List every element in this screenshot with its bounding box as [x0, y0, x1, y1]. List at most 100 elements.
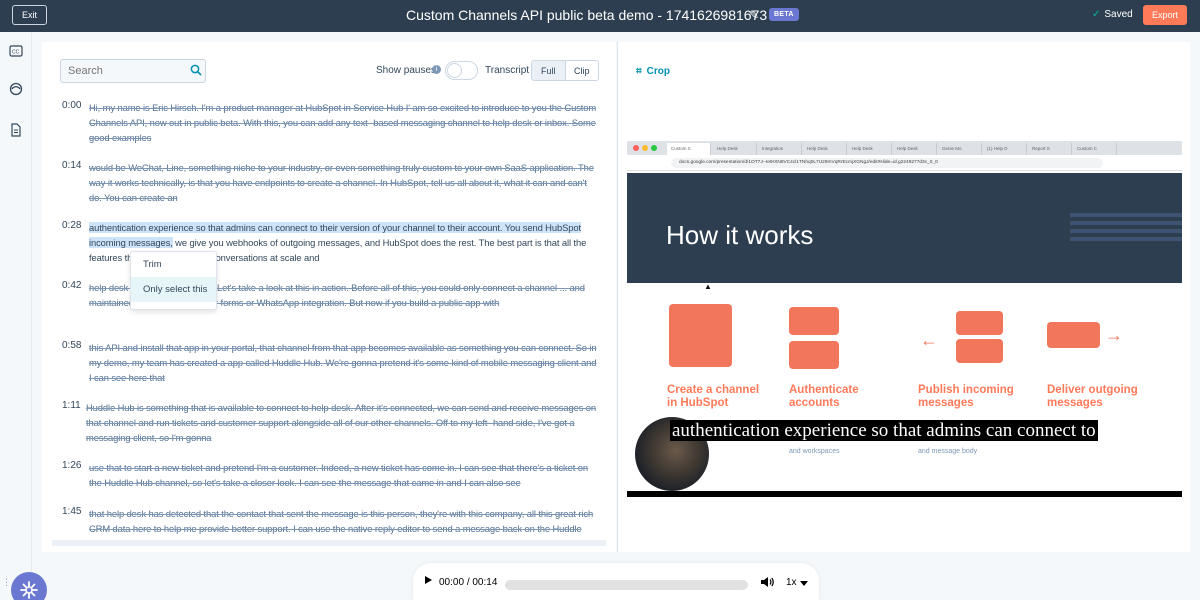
segment-text[interactable]: use that to start a new ticket and prete… [89, 460, 599, 490]
beta-badge: BETA [769, 8, 799, 21]
browser-tab: Help Desk [713, 143, 757, 155]
feature-title: Deliver outgoing messages [1047, 384, 1138, 409]
close-dot-icon [633, 145, 639, 151]
info-icon[interactable]: i [432, 65, 441, 74]
chat-bubble-illustration [669, 304, 732, 367]
browser-tab: Integration [758, 143, 802, 155]
account-card-illustration [789, 341, 839, 369]
slide-title: How it works [666, 220, 814, 250]
context-menu: Trim Only select this [130, 251, 217, 310]
scroll-fade [52, 540, 606, 546]
minimize-dot-icon [642, 145, 648, 151]
show-pauses-toggle[interactable] [445, 61, 478, 80]
slide-stripe [1070, 213, 1182, 217]
media-player: 00:00 / 00:14 1x [413, 563, 819, 600]
feature-title: Create a channel in HubSpot [667, 384, 760, 409]
segment-text[interactable]: that help desk has detected that the con… [89, 506, 599, 544]
segment-text[interactable]: would be WeChat, Line, something niche t… [89, 160, 599, 205]
browser-tab: (1) Help D [983, 143, 1027, 155]
account-card-illustration [789, 307, 839, 335]
search-icon[interactable] [190, 64, 202, 76]
feature-title: Authenticate accounts [789, 384, 859, 409]
arrow-right-icon: → [1105, 325, 1123, 345]
view-full-button[interactable]: Full [532, 61, 566, 80]
current-time: 00:00 [439, 577, 465, 588]
message-illustration [1047, 322, 1100, 348]
slide-stripe [1070, 237, 1182, 241]
only-select-this-menu-item[interactable]: Only select this [131, 277, 216, 302]
crop-button[interactable]: ⌗ Crop [636, 66, 670, 77]
preview-panel: ⌗ Crop Custom C Help Desk Integration Hel… [617, 42, 1190, 552]
browser-tab: Help Desk [803, 143, 847, 155]
caption-text: authentication experience so that admins… [670, 420, 1098, 441]
maximize-dot-icon [651, 145, 657, 151]
chevron-down-icon[interactable] [800, 581, 808, 586]
segment-timestamp[interactable]: 0:00 [62, 100, 81, 111]
feature-title: Publish incoming messages [918, 384, 1014, 409]
segment-timestamp[interactable]: 0:28 [62, 220, 81, 231]
segment-timestamp[interactable]: 0:58 [62, 340, 81, 351]
video-bottom-bar [627, 491, 1182, 497]
view-segmented-control: Full Clip [531, 60, 599, 81]
trim-menu-item[interactable]: Trim [131, 252, 216, 277]
browser-tab: Custom C [1073, 143, 1117, 155]
segment-timestamp[interactable]: 1:11 [62, 400, 81, 411]
exit-button[interactable]: Exit [12, 5, 47, 25]
browser-tab: Report S [1028, 143, 1072, 155]
check-icon: ✓ [1092, 9, 1101, 20]
video-caption: authentication experience so that admins… [670, 418, 1140, 443]
arrow-left-icon: ← [920, 330, 938, 350]
browser-url-bar: docs.google.com/presentation/d/1OT7J--Ie… [627, 155, 1182, 171]
crop-icon: ⌗ [636, 66, 642, 77]
mouse-cursor-icon: ▲ [704, 282, 712, 291]
duration: 00:14 [472, 577, 498, 588]
segment-text[interactable]: this API and install that app in your po… [89, 340, 599, 385]
feature-sub: and message body [918, 448, 978, 455]
view-clip-button[interactable]: Clip [566, 61, 599, 80]
show-pauses-label: Show pauses [376, 65, 437, 76]
segment-timestamp[interactable]: 0:14 [62, 160, 81, 171]
browser-tab: Help Desk [893, 143, 937, 155]
slide-stripe [1070, 229, 1182, 233]
feature-sub: and workspaces [789, 448, 840, 455]
left-rail: CC [0, 32, 32, 600]
browser-url: docs.google.com/presentation/d/1OT7J--Ie… [671, 158, 1103, 168]
message-illustration [956, 339, 1003, 363]
export-button[interactable]: Export [1143, 5, 1187, 25]
segment-text[interactable]: Hi, my name is Eric Hirsch. I'm a produc… [89, 100, 599, 145]
slide-stripe [1070, 221, 1182, 225]
segment-text[interactable]: Huddle Hub is something that is availabl… [86, 400, 596, 445]
search-input[interactable] [60, 59, 206, 83]
browser-tab-strip: Custom C Help Desk Integration Help Desk… [627, 141, 1182, 155]
slide-header: How it works [627, 173, 1182, 283]
assistant-launcher[interactable] [11, 572, 47, 600]
transcript-label: Transcript [485, 65, 530, 76]
browser-tab: Custom C [667, 143, 711, 155]
svg-text:CC: CC [12, 50, 20, 56]
top-bar: Exit Custom Channels API public beta dem… [0, 0, 1200, 32]
crop-label: Crop [646, 66, 670, 77]
sparkle-icon [20, 581, 38, 599]
toggle-knob [447, 63, 462, 78]
playback-speed[interactable]: 1x [786, 577, 797, 588]
browser-tab: Help Desk [848, 143, 892, 155]
saved-status: ✓ Saved [1092, 9, 1133, 20]
segment-timestamp[interactable]: 0:42 [62, 280, 81, 291]
segment-timestamp[interactable]: 1:45 [62, 506, 81, 517]
time-display: 00:00 / 00:14 [439, 577, 498, 588]
message-illustration [956, 311, 1003, 335]
edit-title-icon[interactable]: ✎ [749, 8, 759, 22]
progress-bar[interactable] [505, 580, 748, 590]
browser-tab: Genie Mo [938, 143, 982, 155]
segment-timestamp[interactable]: 1:26 [62, 460, 81, 471]
video-title: Custom Channels API public beta demo - 1… [406, 7, 768, 23]
palette-icon[interactable] [9, 82, 23, 96]
transcript-panel: Show pauses i Transcript Full Clip 0:00 … [42, 42, 616, 552]
transcript-list: 0:00 Hi, my name is Eric Hirsch. I'm a p… [42, 100, 616, 544]
video-preview[interactable]: Custom C Help Desk Integration Help Desk… [627, 141, 1182, 497]
play-icon[interactable] [425, 576, 432, 584]
volume-icon[interactable] [760, 576, 774, 588]
document-icon[interactable] [9, 123, 23, 137]
closed-captions-icon[interactable]: CC [9, 44, 23, 58]
saved-label: Saved [1104, 9, 1133, 20]
